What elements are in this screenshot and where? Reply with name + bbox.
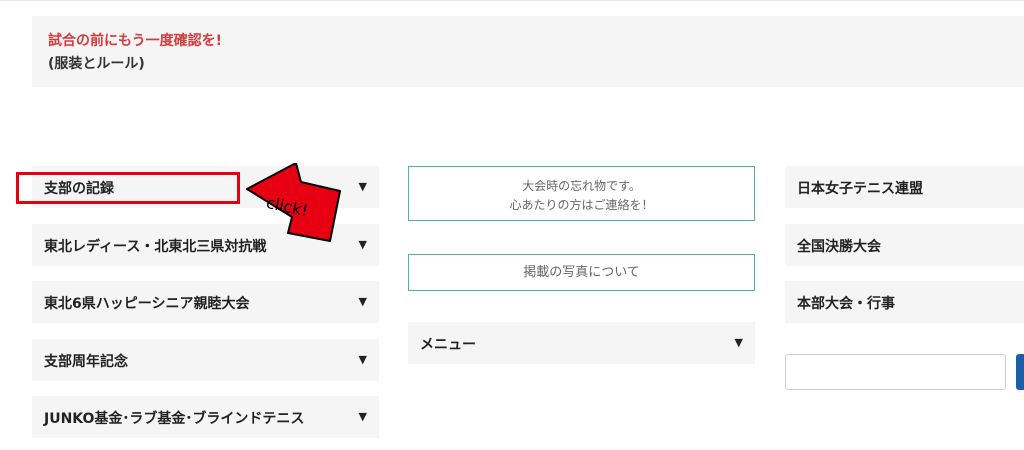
accordion-label: 東北6県ハッピーシニア親睦大会 [44,296,250,312]
chevron-down-icon: ▼ [734,336,743,349]
accordion-label: JUNKO基金･ラブ基金･ブラインドテニス [44,411,305,427]
link-national-finals[interactable]: 全国決勝大会 [785,224,1024,266]
link-label: 本部大会・行事 [797,296,895,312]
link-label: 全国決勝大会 [797,239,881,255]
click-callout: click! [244,162,348,251]
notice-subheading[interactable]: (服装とルール) [48,53,145,73]
menu-dropdown[interactable]: メニュー ▼ [408,322,755,364]
chevron-down-icon: ▼ [358,410,367,423]
chevron-down-icon: ▼ [358,353,367,366]
link-hq-events[interactable]: 本部大会・行事 [785,281,1024,323]
lost-found-line2: 心あたりの方はご連絡を！ [509,198,654,212]
link-japan-womens-tennis[interactable]: 日本女子テニス連盟 [785,166,1024,208]
highlight-box [16,172,240,204]
lost-found-line1: 大会時の忘れ物です。 [522,179,641,193]
photo-notice-box[interactable]: 掲載の写真について [408,254,755,291]
top-divider [0,0,1024,1]
accordion-anniversary[interactable]: 支部周年記念 ▼ [32,339,379,381]
accordion-label: 東北レディース・北東北三県対抗戦 [44,239,267,255]
arrow-icon: click! [246,162,341,242]
chevron-down-icon: ▼ [358,295,367,308]
rules-notice-banner[interactable]: 試合の前にもう一度確認を! (服装とルール) [32,16,1024,87]
accordion-happy-senior[interactable]: 東北6県ハッピーシニア親睦大会 ▼ [32,281,379,323]
accordion-funds[interactable]: JUNKO基金･ラブ基金･ブラインドテニス ▼ [32,396,379,438]
search-input[interactable] [785,354,1006,390]
search-button[interactable] [1016,354,1024,390]
lost-found-box[interactable]: 大会時の忘れ物です。 心あたりの方はご連絡を！ [408,166,755,221]
accordion-label: 支部周年記念 [44,354,128,370]
notice-heading[interactable]: 試合の前にもう一度確認を! [48,30,222,50]
chevron-down-icon: ▼ [358,238,367,251]
chevron-down-icon: ▼ [358,180,367,193]
link-label: 日本女子テニス連盟 [797,181,923,197]
menu-label: メニュー [420,337,476,353]
